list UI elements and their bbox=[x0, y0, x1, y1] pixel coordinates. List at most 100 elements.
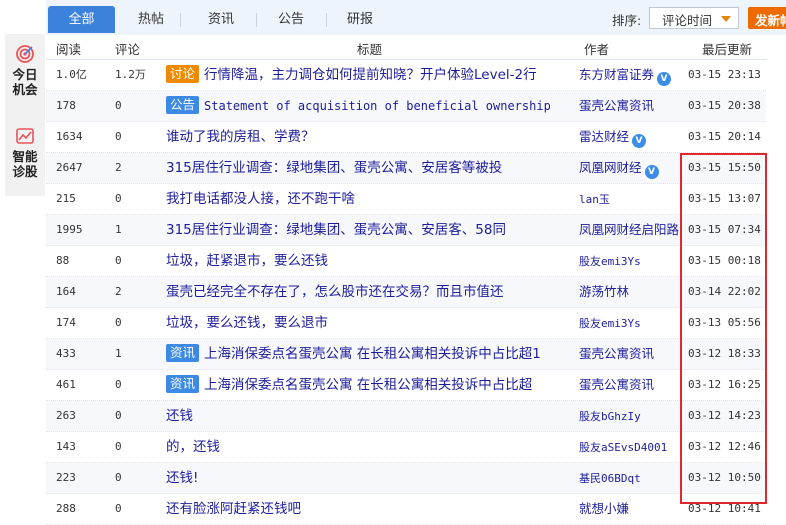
author-name: 基民06BDqt bbox=[579, 472, 641, 485]
read-count: 1995 bbox=[56, 223, 83, 236]
post-title-link[interactable]: 315居住行业调查：绿地集团、蛋壳公寓、安居客等被投 bbox=[166, 153, 550, 183]
tab-divider bbox=[256, 13, 257, 27]
last-updated-time: 03-12 10:50 bbox=[688, 471, 761, 484]
read-count: 263 bbox=[56, 409, 76, 422]
comment-count: 0 bbox=[115, 254, 122, 267]
author-link[interactable]: 游荡竹林 bbox=[579, 277, 687, 307]
post-title-text: 上海消保委点名蛋壳公寓 在长租公寓相关投诉中占比超1 bbox=[204, 346, 541, 362]
comment-count: 2 bbox=[115, 285, 122, 298]
post-tag-badge[interactable]: 讨论 bbox=[166, 65, 200, 83]
last-updated-time: 03-15 13:07 bbox=[688, 192, 761, 205]
side-item-today-opportunity[interactable]: 今日 机会 bbox=[5, 44, 45, 97]
last-updated-time: 03-15 15:50 bbox=[688, 161, 761, 174]
tab-news[interactable]: 资讯 bbox=[198, 6, 244, 33]
author-name: 凤凰网财经启阳路 bbox=[579, 222, 680, 237]
comment-count: 1.2万 bbox=[115, 68, 146, 81]
author-link[interactable]: lan玉 bbox=[579, 184, 687, 215]
sort-dropdown[interactable]: 评论时间 bbox=[649, 7, 739, 29]
author-link[interactable]: 凤凰网财经 V bbox=[579, 153, 687, 183]
last-updated-time: 03-15 00:18 bbox=[688, 254, 761, 267]
sort-selected-value: 评论时间 bbox=[662, 13, 713, 28]
last-updated-time: 03-13 05:56 bbox=[688, 316, 761, 329]
table-row: 1634 0 谁动了我的房租、学费？ 雷达财经 V 03-15 20:14 bbox=[46, 122, 766, 153]
post-title-text: 我打电话都没人接，还不跑干啥 bbox=[166, 191, 355, 207]
comment-count: 1 bbox=[115, 223, 122, 236]
post-title-link[interactable]: 还钱 bbox=[166, 401, 550, 431]
post-title-link[interactable]: 我打电话都没人接，还不跑干啥 bbox=[166, 184, 550, 214]
table-row: 88 0 垃圾，赶紧退市，要么还钱 股友emi3Ys 03-15 00:18 bbox=[46, 246, 766, 277]
post-title-text: 还有脸涨阿赶紧还钱吧 bbox=[166, 501, 301, 517]
table-row: 215 0 我打电话都没人接，还不跑干啥 lan玉 03-15 13:07 bbox=[46, 184, 766, 215]
author-link[interactable]: 雷达财经 V bbox=[579, 122, 687, 152]
author-link[interactable]: 股友aSEvsD4001 bbox=[579, 432, 687, 463]
author-name: lan玉 bbox=[579, 193, 610, 206]
author-link[interactable]: 蛋壳公寓资讯 bbox=[579, 370, 687, 400]
target-icon bbox=[16, 45, 34, 63]
post-title-text: 315居住行业调查：绿地集团、蛋壳公寓、安居客、58同 bbox=[166, 222, 506, 238]
author-link[interactable]: 股友emi3Ys bbox=[579, 308, 687, 339]
table-row: 2647 2 315居住行业调查：绿地集团、蛋壳公寓、安居客等被投 凤凰网财经 V 03-… bbox=[46, 153, 766, 184]
post-title-link[interactable]: 还钱! bbox=[166, 463, 550, 493]
tab-divider bbox=[326, 13, 327, 27]
post-title-link[interactable]: 谁动了我的房租、学费？ bbox=[166, 122, 550, 152]
post-title-text: 垃圾，赶紧退市，要么还钱 bbox=[166, 253, 328, 269]
author-name: 股友bGhzIy bbox=[579, 410, 641, 423]
author-link[interactable]: 就想小嫌 bbox=[579, 494, 687, 524]
post-title-link[interactable]: 的，还钱 bbox=[166, 432, 550, 462]
post-title-link[interactable]: 蛋壳已经完全不存在了，怎么股市还在交易？而且市值还 bbox=[166, 277, 550, 307]
post-title-link[interactable]: 315居住行业调查：绿地集团、蛋壳公寓、安居客、58同 bbox=[166, 215, 550, 245]
read-count: 288 bbox=[56, 502, 76, 515]
post-title-link[interactable]: 资讯 上海消保委点名蛋壳公寓 在长租公寓相关投诉中占比超 bbox=[166, 370, 550, 400]
post-title-link[interactable]: 垃圾，要么还钱，要么退市 bbox=[166, 308, 550, 338]
comment-count: 0 bbox=[115, 99, 122, 112]
author-link[interactable]: 股友bGhzIy bbox=[579, 401, 687, 432]
author-link[interactable]: 蛋壳公寓资讯 bbox=[579, 91, 687, 121]
author-name: 游荡竹林 bbox=[579, 284, 630, 299]
tab-hot[interactable]: 热帖 bbox=[128, 6, 174, 33]
last-updated-time: 03-15 07:34 bbox=[688, 223, 761, 236]
author-name: 股友emi3Ys bbox=[579, 255, 641, 268]
side-label-line2: 诊股 bbox=[12, 164, 38, 179]
last-updated-time: 03-12 18:33 bbox=[688, 347, 761, 360]
author-link[interactable]: 东方财富证券 V bbox=[579, 60, 687, 90]
table-header: 阅读 评论 标题 作者 最后更新 bbox=[46, 35, 766, 60]
author-link[interactable]: 蛋壳公寓资讯 bbox=[579, 339, 687, 369]
comment-count: 0 bbox=[115, 378, 122, 391]
side-label-line1: 今日 bbox=[12, 67, 38, 82]
post-title-link[interactable]: 还有脸涨阿赶紧还钱吧 bbox=[166, 494, 550, 524]
read-count: 2647 bbox=[56, 161, 83, 174]
post-title-link[interactable]: 公告 Statement of acquisition of beneficial… bbox=[166, 91, 550, 121]
read-count: 223 bbox=[56, 471, 76, 484]
table-row: 288 0 还有脸涨阿赶紧还钱吧 就想小嫌 03-12 10:41 bbox=[46, 494, 766, 525]
post-list: 1.0亿 1.2万 讨论 行情降温，主力调仓如何提前知晓？开户体验Level-2行 东方… bbox=[46, 60, 766, 525]
table-row: 174 0 垃圾，要么还钱，要么退市 股友emi3Ys 03-13 05:56 bbox=[46, 308, 766, 339]
tab-research[interactable]: 研报 bbox=[337, 6, 383, 33]
sort-label: 排序: bbox=[612, 13, 642, 28]
author-link[interactable]: 凤凰网财经启阳路 bbox=[579, 215, 687, 245]
post-tag-badge[interactable]: 资讯 bbox=[166, 344, 200, 362]
post-title-link[interactable]: 讨论 行情降温，主力调仓如何提前知晓？开户体验Level-2行 bbox=[166, 60, 550, 90]
post-title-link[interactable]: 资讯 上海消保委点名蛋壳公寓 在长租公寓相关投诉中占比超1 bbox=[166, 339, 550, 369]
read-count: 88 bbox=[56, 254, 70, 267]
author-link[interactable]: 股友emi3Ys bbox=[579, 246, 687, 277]
post-tag-badge[interactable]: 公告 bbox=[166, 96, 200, 114]
comment-count: 2 bbox=[115, 161, 122, 174]
read-count: 461 bbox=[56, 378, 76, 391]
tab-all[interactable]: 全部 bbox=[48, 6, 115, 33]
post-title-text: 的，还钱 bbox=[166, 439, 220, 455]
new-post-button[interactable]: 发新帖 bbox=[748, 7, 786, 29]
post-title-link[interactable]: 垃圾，赶紧退市，要么还钱 bbox=[166, 246, 550, 276]
last-updated-time: 03-12 14:23 bbox=[688, 409, 761, 422]
side-label-line2: 机会 bbox=[12, 82, 38, 97]
table-row: 461 0 资讯 上海消保委点名蛋壳公寓 在长租公寓相关投诉中占比超 蛋壳公寓资讯 03-… bbox=[46, 370, 766, 401]
post-title-text: Statement of acquisition of beneficial o… bbox=[204, 99, 550, 113]
author-name: 蛋壳公寓资讯 bbox=[579, 98, 655, 113]
post-tag-badge[interactable]: 资讯 bbox=[166, 375, 200, 393]
side-item-smart-diagnosis[interactable]: 智能 诊股 bbox=[5, 126, 45, 179]
chart-icon bbox=[16, 128, 34, 144]
col-title: 标题 bbox=[357, 42, 383, 57]
tab-announcement[interactable]: 公告 bbox=[268, 6, 314, 33]
author-link[interactable]: 基民06BDqt bbox=[579, 463, 687, 494]
comment-count: 0 bbox=[115, 130, 122, 143]
author-name: 股友emi3Ys bbox=[579, 317, 641, 330]
